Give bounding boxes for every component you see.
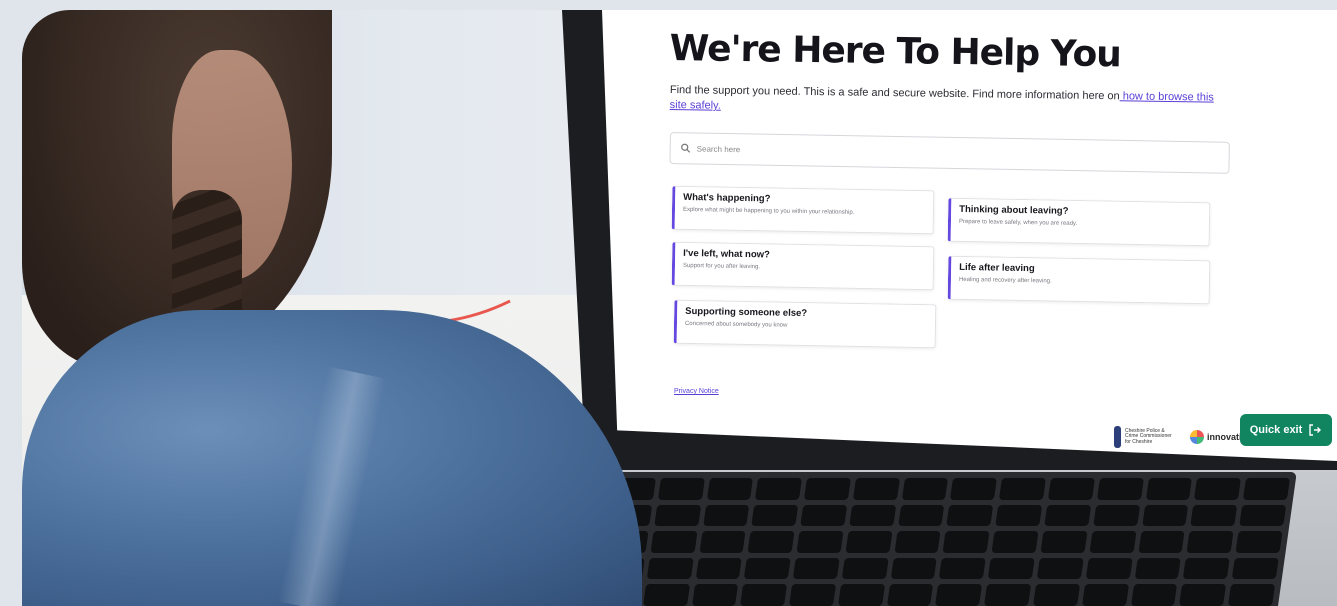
- card-ive-left[interactable]: I've left, what now? Support for you aft…: [671, 241, 935, 291]
- exit-icon: [1309, 424, 1322, 436]
- privacy-notice-link[interactable]: Privacy Notice: [674, 388, 719, 395]
- card-desc: Explore what might be happening to you w…: [682, 206, 855, 216]
- card-title: I've left, what now?: [683, 247, 771, 261]
- page-title: We're Here To Help You: [669, 28, 1122, 76]
- intro-text: Find the support you need. This is a saf…: [670, 83, 1230, 122]
- pcc-logo-text: Cheshire Police & Crime Commissioner for…: [1125, 427, 1172, 445]
- search-input[interactable]: Search here: [669, 131, 1230, 174]
- card-life-after-leaving[interactable]: Life after leaving Healing and recovery …: [947, 255, 1211, 305]
- card-title: Thinking about leaving?: [959, 203, 1069, 217]
- website: We're Here To Help You Find the support …: [669, 28, 1282, 448]
- photo: We're Here To Help You Find the support …: [22, 10, 1337, 606]
- crest-icon: [1114, 426, 1121, 448]
- card-title: Supporting someone else?: [685, 305, 808, 320]
- quick-exit-label: Quick exit: [1249, 424, 1303, 436]
- laptop-screen: We're Here To Help You Find the support …: [602, 10, 1337, 462]
- card-desc: Healing and recovery after leaving.: [958, 276, 1052, 285]
- card-whats-happening[interactable]: What's happening? Explore what might be …: [671, 185, 935, 235]
- pcc-logo: Cheshire Police & Crime Commissioner for…: [1114, 420, 1176, 454]
- card-thinking-about-leaving[interactable]: Thinking about leaving? Prepare to leave…: [947, 197, 1211, 247]
- quick-exit-button[interactable]: Quick exit: [1240, 414, 1332, 446]
- innovating-minds-icon: [1190, 430, 1204, 444]
- card-desc: Prepare to leave safely, when you are re…: [958, 218, 1078, 227]
- search-placeholder: Search here: [696, 143, 741, 154]
- card-desc: Concerned about somebody you know: [684, 320, 788, 329]
- card-title: Life after leaving: [959, 261, 1035, 275]
- card-desc: Support for you after leaving.: [682, 262, 761, 271]
- card-title: What's happening?: [683, 191, 771, 205]
- search-icon: [681, 143, 691, 153]
- topic-cards: What's happening? Explore what might be …: [670, 185, 1230, 376]
- intro-body: Find the support you need. This is a saf…: [669, 83, 1120, 103]
- card-supporting-someone[interactable]: Supporting someone else? Concerned about…: [673, 299, 937, 349]
- laptop-keyboard: [587, 472, 1297, 606]
